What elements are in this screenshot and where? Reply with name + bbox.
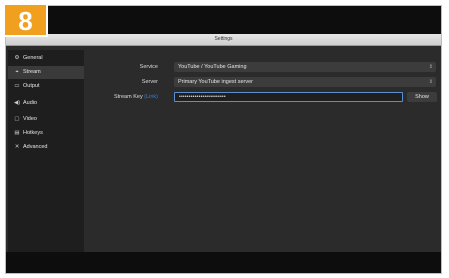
settings-window: ⚙ General ⌖ Stream ▭ Output ◀) Audio ▢ Video … <box>6 46 441 260</box>
bottom-bar <box>6 252 441 273</box>
step-number-badge: 8 <box>5 5 48 37</box>
server-row: Server Primary YouTube ingest server ⇕ <box>86 77 441 87</box>
settings-sidebar: ⚙ General ⌖ Stream ▭ Output ◀) Audio ▢ Video … <box>8 50 84 260</box>
stream-key-link[interactable]: (Link) <box>144 94 158 100</box>
stream-key-label: Stream Key (Link) <box>114 92 158 102</box>
sidebar-item-label: Stream <box>23 69 41 75</box>
sidebar-item-general[interactable]: ⚙ General <box>8 52 84 65</box>
updown-arrows-icon: ⇕ <box>428 79 433 85</box>
service-value: YouTube / YouTube Gaming <box>178 64 247 70</box>
sidebar-item-hotkeys[interactable]: ▤ Hotkeys <box>8 127 84 140</box>
stream-key-input[interactable]: •••••••••••••••••••••••• <box>174 92 403 102</box>
tools-icon: ✕ <box>14 144 20 150</box>
service-row: Service YouTube / YouTube Gaming ⇕ <box>86 62 441 72</box>
keyboard-icon: ▤ <box>14 130 20 136</box>
output-icon: ▭ <box>14 83 20 89</box>
service-label: Service <box>139 64 158 70</box>
server-value: Primary YouTube ingest server <box>178 79 253 85</box>
sidebar-item-label: Audio <box>23 100 38 106</box>
stream-key-row: Stream Key (Link) ••••••••••••••••••••••… <box>86 92 441 102</box>
stream-key-label-text: Stream Key <box>113 94 143 100</box>
sidebar-item-label: General <box>23 55 43 61</box>
sidebar-item-label: Video <box>23 116 37 122</box>
server-select[interactable]: Primary YouTube ingest server ⇕ <box>174 77 436 87</box>
show-key-button[interactable]: Show <box>407 92 437 102</box>
screenshot-frame: Settings ⚙ General ⌖ Stream ▭ Output ◀) Audi… <box>5 5 442 274</box>
sidebar-item-audio[interactable]: ◀) Audio <box>8 97 84 110</box>
sidebar-item-video[interactable]: ▢ Video <box>8 113 84 126</box>
gear-icon: ⚙ <box>14 55 20 61</box>
sidebar-item-label: Advanced <box>23 144 48 150</box>
sidebar-item-label: Hotkeys <box>23 130 43 136</box>
sidebar-item-advanced[interactable]: ✕ Advanced <box>8 141 84 154</box>
monitor-icon: ▢ <box>14 116 20 122</box>
updown-arrows-icon: ⇕ <box>428 64 433 70</box>
sidebar-item-label: Output <box>23 83 40 89</box>
service-select[interactable]: YouTube / YouTube Gaming ⇕ <box>174 62 436 72</box>
sidebar-item-stream[interactable]: ⌖ Stream <box>8 66 84 79</box>
window-titlebar: Settings <box>6 34 441 46</box>
stream-icon: ⌖ <box>15 69 19 75</box>
sidebar-item-output[interactable]: ▭ Output <box>8 80 84 93</box>
window-title: Settings <box>214 36 233 42</box>
server-label: Server <box>141 79 158 85</box>
speaker-icon: ◀) <box>13 100 21 106</box>
